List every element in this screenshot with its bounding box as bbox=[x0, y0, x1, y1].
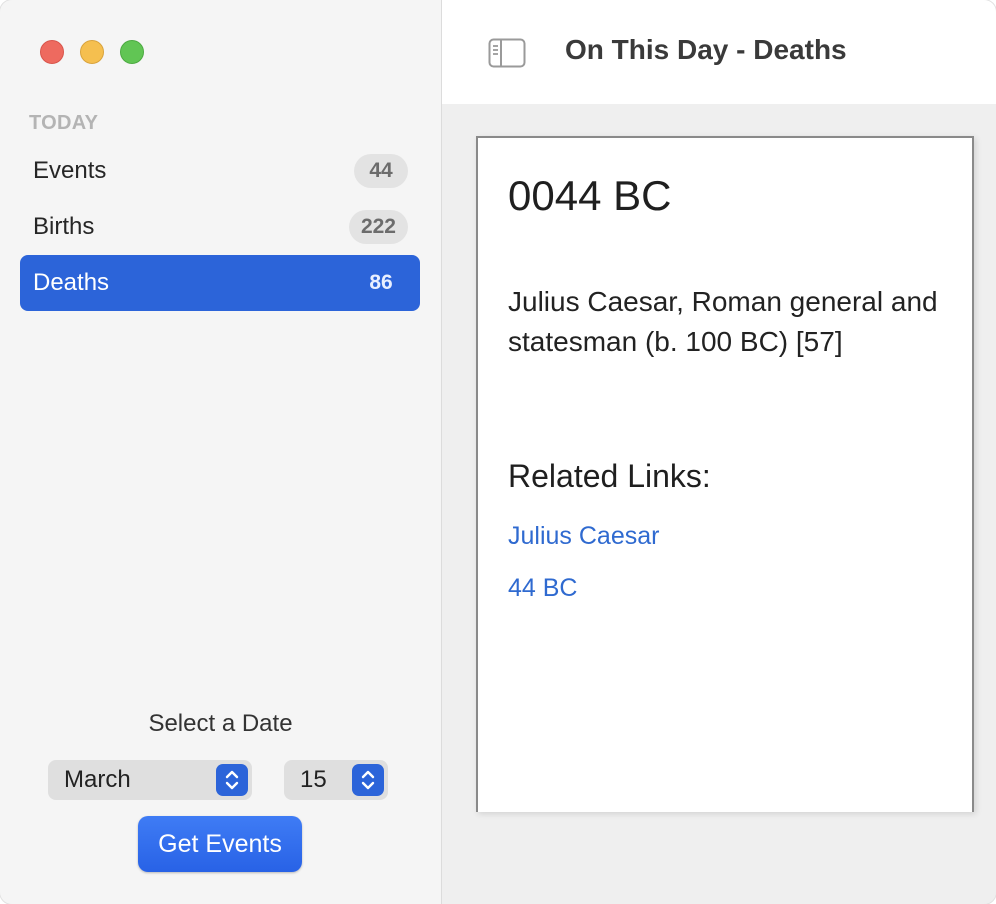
zoom-window-button[interactable] bbox=[120, 40, 144, 64]
event-year: 0044 BC bbox=[508, 172, 672, 219]
sidebar-item-deaths[interactable]: Deaths 86 bbox=[20, 255, 420, 311]
day-select-value: 15 bbox=[300, 766, 327, 793]
count-badge: 86 bbox=[369, 271, 393, 294]
window-title: On This Day - Deaths bbox=[565, 34, 847, 65]
event-card: 0044 BC Julius Caesar, Roman general and… bbox=[476, 136, 974, 812]
count-badge: 222 bbox=[348, 210, 408, 244]
app-window: TODAY Events 44 Births 222 Deaths 86 Sel… bbox=[0, 0, 996, 904]
sidebar-toggle-icon[interactable] bbox=[488, 38, 526, 68]
day-select[interactable]: 15 bbox=[284, 760, 388, 800]
sidebar: TODAY Events 44 Births 222 Deaths 86 Sel… bbox=[0, 0, 442, 904]
select-date-label: Select a Date bbox=[148, 710, 293, 737]
detail-pane: 0044 BC Julius Caesar, Roman general and… bbox=[442, 104, 996, 904]
month-select-value: March bbox=[64, 766, 131, 793]
related-links-heading: Related Links: bbox=[508, 458, 711, 494]
get-events-button[interactable]: Get Events bbox=[138, 816, 302, 872]
toolbar: On This Day - Deaths bbox=[442, 0, 996, 104]
close-window-button[interactable] bbox=[40, 40, 64, 64]
related-link[interactable]: Julius Caesar bbox=[508, 522, 659, 551]
chevron-up-down-icon bbox=[216, 764, 248, 796]
event-description: Julius Caesar, Roman general and statesm… bbox=[508, 286, 938, 357]
sidebar-section-label: TODAY bbox=[29, 112, 99, 134]
month-select[interactable]: March bbox=[48, 760, 252, 800]
sidebar-item-label: Events bbox=[33, 157, 107, 184]
sidebar-item-label: Births bbox=[33, 213, 95, 240]
sidebar-item-label: Deaths bbox=[33, 269, 110, 296]
sidebar-item-events[interactable]: Events 44 bbox=[20, 143, 420, 199]
count-badge: 44 bbox=[354, 154, 408, 188]
chevron-up-down-icon bbox=[352, 764, 384, 796]
related-link[interactable]: 44 BC bbox=[508, 574, 577, 603]
minimize-window-button[interactable] bbox=[80, 40, 104, 64]
sidebar-item-births[interactable]: Births 222 bbox=[20, 199, 420, 255]
